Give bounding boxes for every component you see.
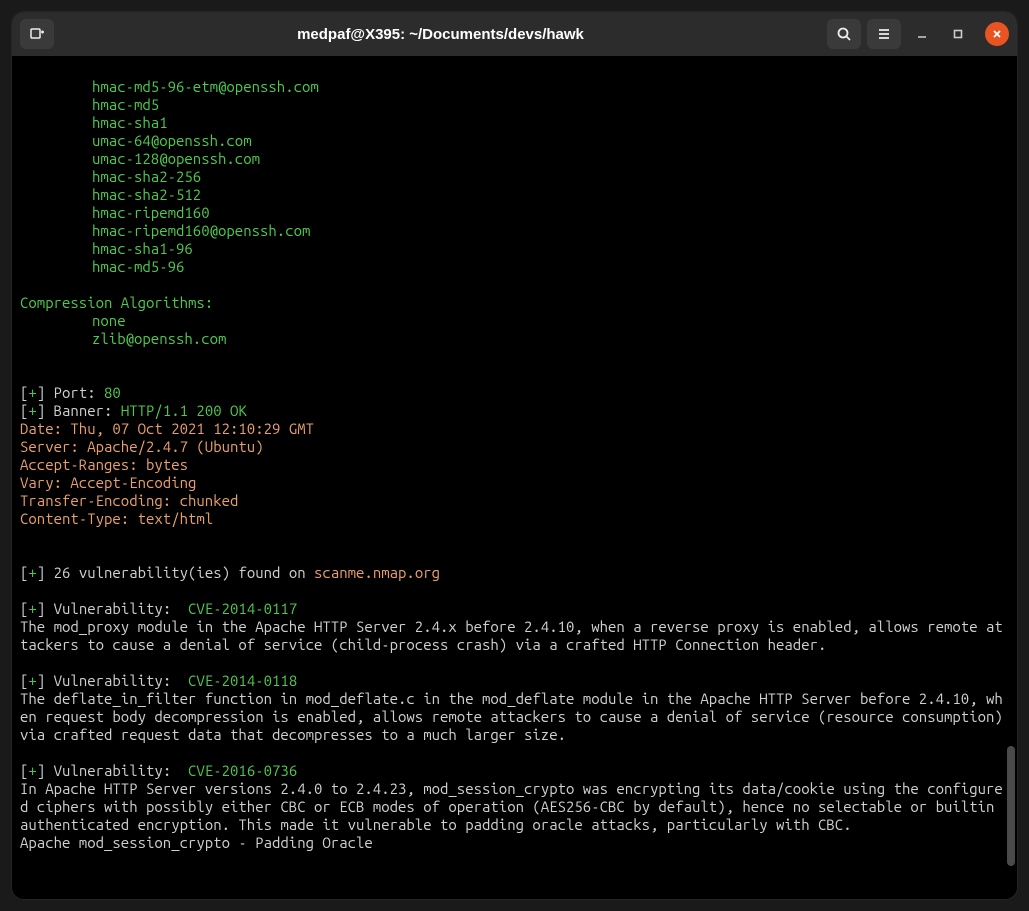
maximize-button[interactable] (943, 19, 973, 49)
mac-algo: hmac-sha2-256 (20, 168, 201, 186)
compression-algo: none (20, 312, 126, 330)
port-label: ] Port: (37, 384, 104, 401)
mac-algo: hmac-sha1 (20, 114, 168, 132)
vuln-label: ] Vulnerability: (37, 762, 188, 779)
minimize-button[interactable] (907, 19, 937, 49)
new-tab-button[interactable] (20, 19, 54, 49)
plus-sign: + (28, 384, 36, 401)
maximize-icon (952, 28, 964, 40)
cve-id: CVE-2014-0118 (188, 672, 297, 689)
mac-algo: hmac-ripemd160 (20, 204, 210, 222)
mac-algo: hmac-md5-96 (20, 258, 184, 276)
mac-algo: hmac-sha1-96 (20, 240, 193, 258)
plus-sign: + (28, 762, 36, 779)
menu-button[interactable] (867, 19, 901, 49)
minimize-icon (916, 28, 928, 40)
http-header: Server: Apache/2.4.7 (Ubuntu) (20, 438, 264, 455)
close-icon (992, 29, 1002, 39)
vuln-host: scanme.nmap.org (314, 564, 440, 581)
search-button[interactable] (827, 19, 861, 49)
plus-sign: + (28, 402, 36, 419)
terminal-body[interactable]: hmac-md5-96-etm@openssh.com hmac-md5 hma… (12, 56, 1017, 899)
banner-label: ] Banner: (37, 402, 121, 419)
http-header: Accept-Ranges: bytes (20, 456, 188, 473)
cve-id: CVE-2014-0117 (188, 600, 297, 617)
mac-algo: umac-128@openssh.com (20, 150, 260, 168)
mac-algo: hmac-md5 (20, 96, 159, 114)
vuln-label: ] Vulnerability: (37, 600, 188, 617)
vuln-summary-text: ] 26 vulnerability(ies) found on (37, 564, 314, 581)
compression-algo: zlib@openssh.com (20, 330, 226, 348)
plus-sign: + (28, 672, 36, 689)
plus-sign: + (28, 600, 36, 617)
http-header: Content-Type: text/html (20, 510, 213, 527)
close-button[interactable] (985, 22, 1009, 46)
http-header: Vary: Accept-Encoding (20, 474, 196, 491)
vuln-desc: In Apache HTTP Server versions 2.4.0 to … (20, 780, 1003, 851)
window-title: medpaf@X395: ~/Documents/devs/hawk (60, 26, 821, 43)
banner-value: HTTP/1.1 200 OK (121, 402, 247, 419)
compression-label: Compression Algorithms: (20, 294, 213, 311)
mac-algo: umac-64@openssh.com (20, 132, 252, 150)
http-header: Date: Thu, 07 Oct 2021 12:10:29 GMT (20, 420, 314, 437)
scrollbar-thumb[interactable] (1007, 746, 1015, 866)
plus-sign: + (28, 564, 36, 581)
cve-id: CVE-2016-0736 (188, 762, 297, 779)
mac-algo: hmac-md5-96-etm@openssh.com (20, 78, 319, 96)
search-icon (836, 26, 852, 42)
port-value: 80 (104, 384, 121, 401)
http-header: Transfer-Encoding: chunked (20, 492, 238, 509)
vuln-desc: The deflate_in_filter function in mod_de… (20, 690, 1011, 743)
tab-plus-icon (29, 26, 45, 42)
hamburger-icon (876, 26, 892, 42)
vuln-desc: The mod_proxy module in the Apache HTTP … (20, 618, 1003, 653)
mac-algo: hmac-sha2-512 (20, 186, 201, 204)
vuln-label: ] Vulnerability: (37, 672, 188, 689)
terminal-window: medpaf@X395: ~/Documents/devs/hawk hmac-… (12, 12, 1017, 899)
titlebar: medpaf@X395: ~/Documents/devs/hawk (12, 12, 1017, 56)
mac-algo: hmac-ripemd160@openssh.com (20, 222, 310, 240)
